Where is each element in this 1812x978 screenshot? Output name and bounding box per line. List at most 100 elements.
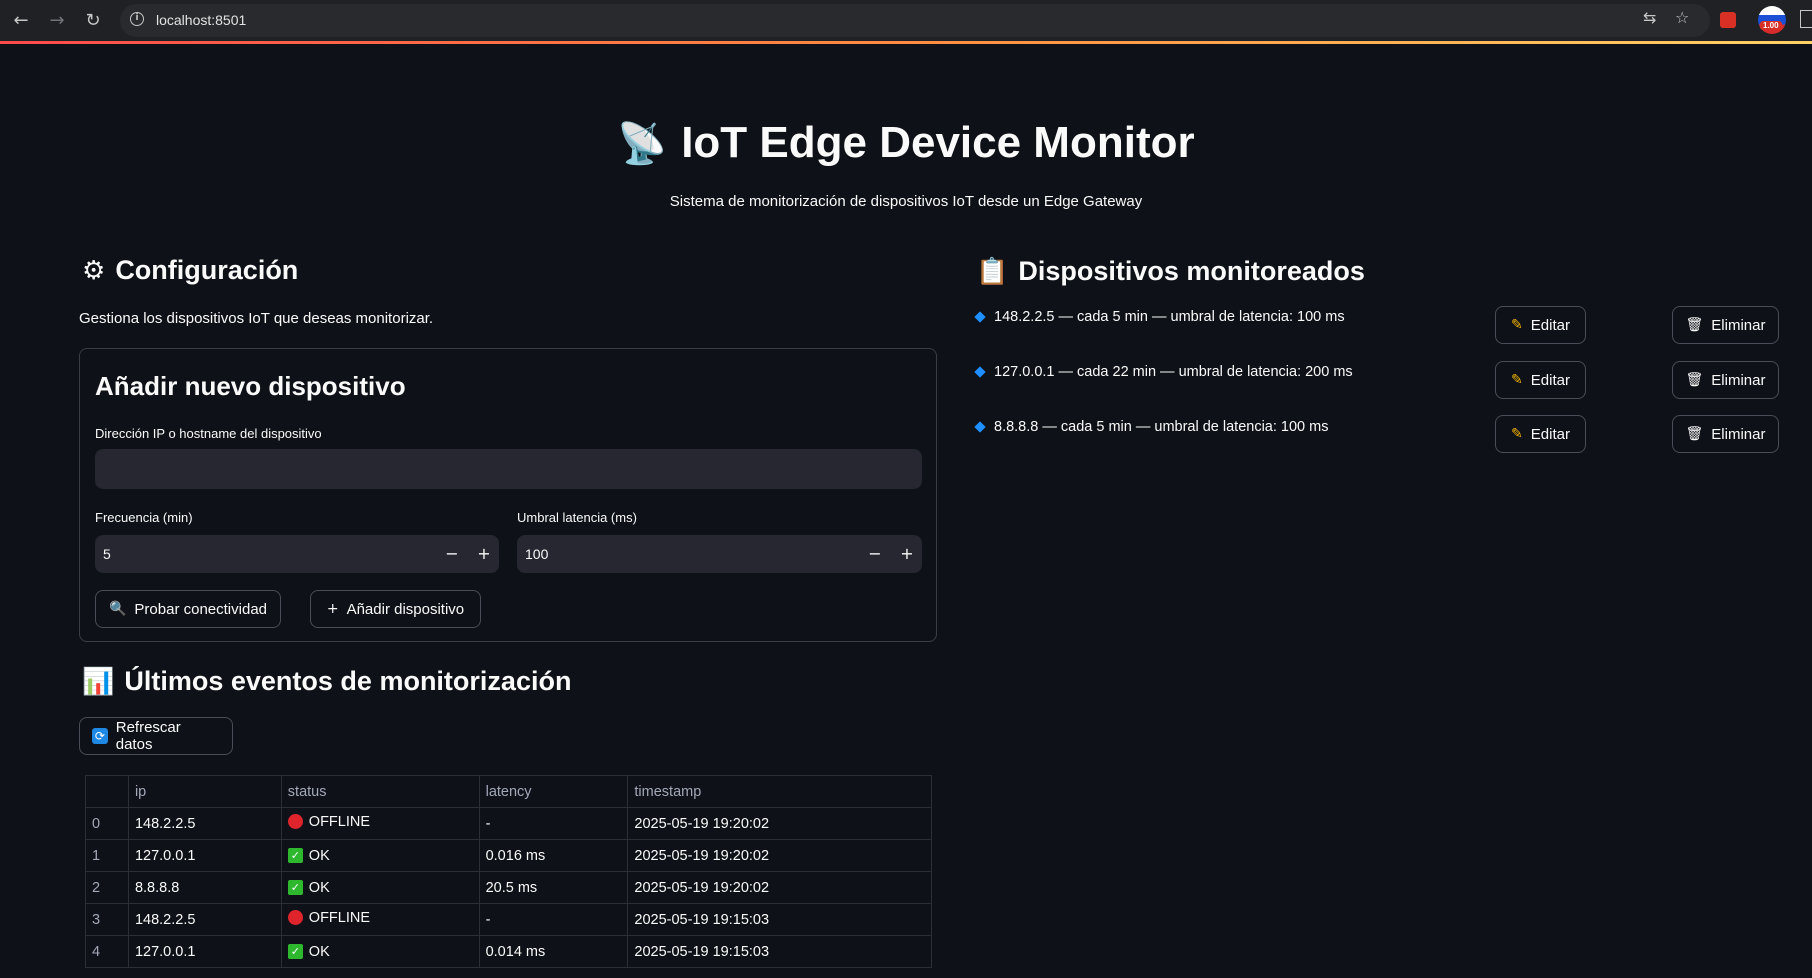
plus-icon: +	[326, 601, 339, 617]
edit-device-button[interactable]: ✎ Editar	[1495, 361, 1586, 399]
cell-latency: 20.5 ms	[478, 871, 629, 904]
cell-ip: 148.2.2.5	[127, 807, 282, 840]
clipboard-icon: 📋	[976, 256, 1009, 287]
column-header-ip[interactable]: ip	[127, 775, 282, 808]
freq-decrement-button[interactable]: −	[439, 541, 465, 567]
refresh-data-button[interactable]: ⟳ Refrescar datos	[79, 717, 233, 755]
config-heading-text: Configuración	[115, 255, 299, 285]
column-header-timestamp[interactable]: timestamp	[627, 775, 932, 808]
delete-device-button[interactable]: 🗑 Eliminar	[1672, 361, 1779, 399]
status-text: OFFLINE	[308, 813, 371, 830]
latency-decrement-button[interactable]: −	[862, 541, 888, 567]
edit-label: Editar	[1530, 316, 1570, 334]
cell-ip: 127.0.0.1	[127, 839, 282, 872]
bullet-icon	[974, 366, 986, 378]
devices-heading: 📋 Dispositivos monitoreados	[976, 256, 1365, 287]
freq-label: Frecuencia (min)	[95, 510, 193, 525]
column-header-index[interactable]	[85, 775, 129, 808]
table-header-row: ip status latency timestamp	[85, 775, 932, 808]
cell-status: ✓ OK	[280, 935, 480, 968]
reload-icon[interactable]: ↻	[80, 8, 106, 34]
device-item: 8.8.8.8 — cada 5 min — umbral de latenci…	[974, 419, 1329, 435]
cell-status: ✓ OK	[280, 871, 480, 904]
cell-timestamp: 2025-05-19 19:15:03	[627, 935, 932, 968]
device-item-text: 127.0.0.1 — cada 22 min — umbral de late…	[994, 364, 1353, 380]
page-subtitle: Sistema de monitorización de dispositivo…	[669, 193, 1143, 210]
events-table[interactable]: ip status latency timestamp 0 148.2.2.5 …	[85, 775, 932, 968]
latency-label: Umbral latencia (ms)	[517, 510, 637, 525]
edit-device-button[interactable]: ✎ Editar	[1495, 306, 1586, 344]
side-panel-icon[interactable]	[1800, 10, 1812, 28]
status-text: OK	[308, 943, 330, 960]
page-title-text: IoT Edge Device Monitor	[681, 118, 1195, 167]
cell-ip: 148.2.2.5	[127, 903, 282, 936]
bookmark-star-icon[interactable]: ☆	[1675, 8, 1689, 27]
extension-icon[interactable]	[1720, 12, 1736, 28]
cell-timestamp: 2025-05-19 19:20:02	[627, 839, 932, 872]
ip-input[interactable]	[95, 449, 922, 489]
freq-number-input[interactable]: 5 − +	[95, 535, 499, 573]
ip-label: Dirección IP o hostname del dispositivo	[95, 426, 322, 441]
forward-icon[interactable]: →	[44, 8, 70, 34]
row-index: 2	[85, 871, 129, 904]
back-icon[interactable]: ←	[8, 8, 34, 34]
add-device-label: Añadir dispositivo	[346, 600, 465, 618]
row-index: 0	[85, 807, 129, 840]
delete-device-button[interactable]: 🗑 Eliminar	[1672, 306, 1779, 344]
cell-latency: -	[478, 807, 629, 840]
edit-device-button[interactable]: ✎ Editar	[1495, 415, 1586, 453]
check-mark-icon: ✓	[287, 944, 303, 960]
satellite-antenna-icon: 📡	[617, 120, 668, 167]
test-connectivity-label: Probar conectividad	[134, 600, 267, 618]
bar-chart-icon: 📊	[82, 666, 115, 697]
device-item-text: 148.2.2.5 — cada 5 min — umbral de laten…	[994, 309, 1345, 325]
cell-timestamp: 2025-05-19 19:20:02	[627, 871, 932, 904]
profile-badge: 1.00	[1760, 21, 1782, 30]
delete-device-button[interactable]: 🗑 Eliminar	[1672, 415, 1779, 453]
test-connectivity-button[interactable]: 🔍 Probar conectividad	[95, 590, 281, 628]
pencil-icon: ✎	[1511, 372, 1523, 388]
device-item: 127.0.0.1 — cada 22 min — umbral de late…	[974, 364, 1353, 380]
status-text: OK	[308, 847, 330, 864]
delete-label: Eliminar	[1711, 316, 1766, 334]
device-item-text: 8.8.8.8 — cada 5 min — umbral de latenci…	[994, 419, 1329, 435]
edit-label: Editar	[1530, 371, 1570, 389]
latency-increment-button[interactable]: +	[894, 541, 920, 567]
events-heading-text: Últimos eventos de monitorización	[124, 666, 572, 696]
page-title: 📡 IoT Edge Device Monitor	[617, 118, 1194, 168]
device-item: 148.2.2.5 — cada 5 min — umbral de laten…	[974, 309, 1345, 325]
site-info-icon[interactable]: i	[130, 12, 144, 26]
address-bar[interactable]: i localhost:8501	[120, 4, 1710, 37]
cell-ip: 127.0.0.1	[127, 935, 282, 968]
latency-number-input[interactable]: 100 − +	[517, 535, 922, 573]
table-row: 3 148.2.2.5 OFFLINE - 2025-05-19 19:15:0…	[85, 903, 932, 936]
column-header-latency[interactable]: latency	[478, 775, 629, 808]
page-header: 📡 IoT Edge Device Monitor	[0, 118, 1812, 168]
status-text: OFFLINE	[308, 909, 371, 926]
freq-value[interactable]: 5	[103, 546, 111, 562]
red-circle-icon	[287, 814, 303, 830]
cell-timestamp: 2025-05-19 19:20:02	[627, 807, 932, 840]
trash-icon: 🗑	[1685, 317, 1704, 333]
cell-latency: -	[478, 903, 629, 936]
address-url: localhost:8501	[156, 12, 247, 28]
magnifier-icon: 🔍	[108, 601, 127, 617]
column-header-status[interactable]: status	[280, 775, 480, 808]
check-mark-icon: ✓	[287, 880, 303, 896]
add-device-button[interactable]: + Añadir dispositivo	[310, 590, 481, 628]
bullet-icon	[974, 421, 986, 433]
cell-status: OFFLINE	[280, 903, 480, 936]
pencil-icon: ✎	[1511, 426, 1523, 442]
latency-value[interactable]: 100	[525, 546, 548, 562]
freq-increment-button[interactable]: +	[471, 541, 497, 567]
status-text: OK	[308, 879, 330, 896]
delete-label: Eliminar	[1711, 371, 1766, 389]
trash-icon: 🗑	[1685, 372, 1704, 388]
cell-timestamp: 2025-05-19 19:15:03	[627, 903, 932, 936]
bullet-icon	[974, 311, 986, 323]
events-heading: 📊 Últimos eventos de monitorización	[82, 666, 571, 697]
translate-icon[interactable]: ⇆	[1643, 8, 1656, 27]
edit-label: Editar	[1530, 425, 1570, 443]
refresh-data-label: Refrescar datos	[115, 719, 181, 753]
row-index: 4	[85, 935, 129, 968]
